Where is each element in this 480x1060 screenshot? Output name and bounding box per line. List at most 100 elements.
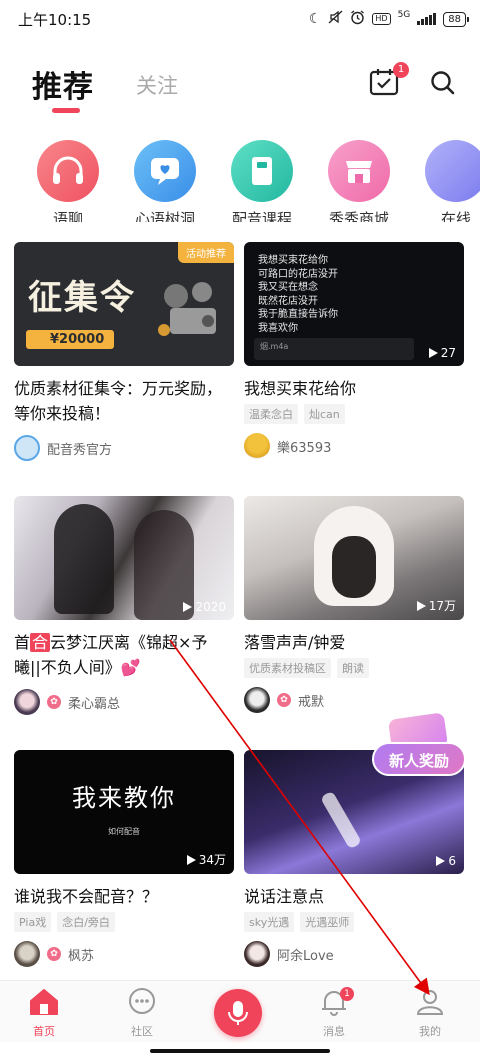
thumb-prize: ¥20000 bbox=[26, 330, 115, 349]
lyric-line: 我想买束花给你 bbox=[258, 255, 328, 266]
card-thumbnail: 活动推荐 征集令 ¥20000 bbox=[14, 242, 234, 366]
card-thumbnail: 2020 bbox=[14, 496, 234, 620]
profile-icon bbox=[416, 990, 444, 1015]
nav-profile[interactable]: 我的 bbox=[400, 987, 460, 1039]
card-author[interactable]: ✿ 戒默 bbox=[244, 687, 464, 713]
category-label: 心语树洞 bbox=[134, 210, 195, 222]
bottom-nav: 首页 社区 1 消息 我的 bbox=[0, 980, 480, 1042]
play-count: 27 bbox=[428, 346, 456, 360]
thumb-lyrics: 我想买束花给你 可路口的花店没开 我又买在想念 既然花店没开 我于脆直接告诉你 … bbox=[258, 254, 338, 335]
play-count-value: 2020 bbox=[195, 600, 226, 614]
alarm-icon bbox=[350, 9, 365, 29]
tag[interactable]: Pia戏 bbox=[14, 912, 52, 932]
category-label: 配音课程 bbox=[231, 210, 292, 222]
category-label: 语聊 bbox=[52, 210, 83, 222]
card-title: 首合云梦江厌离《锦超×予曦||不负人间》💕 bbox=[14, 630, 234, 680]
content-card[interactable]: 活动推荐 征集令 ¥20000 优质素材征集令：万元奖励，等你来投稿！ 配音秀官… bbox=[14, 242, 234, 461]
avatar bbox=[244, 687, 270, 713]
play-count: 6 bbox=[436, 854, 456, 868]
play-count-value: 34万 bbox=[198, 853, 226, 867]
play-icon bbox=[436, 856, 446, 866]
online-icon bbox=[425, 140, 480, 202]
content-card[interactable]: 2020 首合云梦江厌离《锦超×予曦||不负人间》💕 ✿ 柔心霸总 bbox=[14, 496, 234, 715]
category-tree-hole[interactable]: 心语树洞 bbox=[125, 140, 205, 222]
category-dubbing-course[interactable]: 配音课程 bbox=[222, 140, 302, 222]
tag[interactable]: 灿can bbox=[304, 404, 345, 424]
card-thumbnail: 我来教你 如何配音 34万 bbox=[14, 750, 234, 874]
nav-home[interactable]: 首页 bbox=[14, 987, 74, 1039]
play-count-value: 17万 bbox=[428, 599, 456, 613]
status-bar: 上午10:15 ☾ HD 5G 88 bbox=[0, 0, 480, 38]
home-indicator bbox=[150, 1049, 330, 1053]
tag[interactable]: 朗读 bbox=[337, 658, 369, 678]
lyric-line: 我又买在想念 bbox=[258, 282, 318, 293]
content-card[interactable]: 我想买束花给你 可路口的花店没开 我又买在想念 既然花店没开 我于脆直接告诉你 … bbox=[244, 242, 464, 459]
community-chat-icon bbox=[129, 988, 155, 1014]
tag[interactable]: 优质素材投稿区 bbox=[244, 658, 331, 678]
shop-icon bbox=[328, 140, 390, 202]
thumb-light-beam bbox=[319, 790, 363, 850]
nav-label: 我的 bbox=[419, 1025, 441, 1038]
card-author[interactable]: 樂63593 bbox=[244, 433, 464, 459]
play-count: 2020 bbox=[183, 600, 226, 614]
record-mic-button[interactable] bbox=[214, 989, 262, 1037]
content-card[interactable]: 17万 落雪声声/钟爱 优质素材投稿区 朗读 ✿ 戒默 bbox=[244, 496, 464, 713]
checkin-badge: 1 bbox=[393, 62, 409, 78]
category-online[interactable]: 在线 bbox=[416, 140, 480, 222]
play-icon bbox=[416, 600, 426, 611]
play-icon bbox=[183, 602, 193, 612]
category-shop[interactable]: 秀秀商城 bbox=[319, 140, 399, 222]
card-tags: 优质素材投稿区 朗读 bbox=[244, 658, 464, 678]
lyric-line: 我喜欢你 bbox=[258, 322, 298, 334]
title-prefix: 首 bbox=[14, 633, 31, 652]
author-name: 樂63593 bbox=[277, 440, 332, 456]
card-title: 说话注意点 bbox=[244, 887, 325, 906]
activity-banner-label: 活动推荐 bbox=[178, 242, 234, 263]
audio-file-name: 烟.m4a bbox=[260, 342, 289, 351]
content-card[interactable]: 我来教你 如何配音 34万 谁说我不会配音？？ Pia戏 念白/旁白 ✿ 枫苏 bbox=[14, 750, 234, 967]
card-author[interactable]: ✿ 柔心霸总 bbox=[14, 689, 234, 715]
author-name: 戒默 bbox=[298, 694, 325, 710]
status-time: 上午10:15 bbox=[18, 10, 92, 29]
avatar bbox=[244, 433, 270, 459]
author-name: 柔心霸总 bbox=[68, 696, 121, 712]
nav-messages[interactable]: 1 消息 bbox=[304, 987, 364, 1039]
play-icon bbox=[428, 348, 438, 358]
card-author[interactable]: 配音秀官方 bbox=[14, 435, 234, 461]
new-user-reward-badge[interactable]: 新人奖励 bbox=[368, 712, 468, 788]
author-name: 配音秀官方 bbox=[47, 442, 113, 458]
headphones-icon bbox=[37, 140, 99, 202]
tag[interactable]: 光遇巫师 bbox=[300, 912, 355, 932]
course-book-icon bbox=[231, 140, 293, 202]
verified-badge-icon: ✿ bbox=[47, 947, 61, 961]
tag[interactable]: 念白/旁白 bbox=[57, 912, 115, 932]
audio-file-bar: 烟.m4a bbox=[254, 338, 414, 360]
category-label: 在线 bbox=[440, 210, 471, 222]
avatar bbox=[14, 435, 40, 461]
tag[interactable]: 温柔念白 bbox=[244, 404, 298, 424]
tab-following[interactable]: 关注 bbox=[136, 70, 178, 100]
battery-icon: 88 bbox=[443, 11, 469, 27]
verified-badge-icon: ✿ bbox=[277, 693, 291, 707]
play-count: 34万 bbox=[186, 851, 226, 868]
tab-recommend[interactable]: 推荐 bbox=[32, 62, 94, 106]
avatar bbox=[14, 941, 40, 967]
home-icon bbox=[30, 989, 58, 1015]
verified-badge-icon: ✿ bbox=[47, 695, 61, 709]
card-thumbnail: 我想买束花给你 可路口的花店没开 我又买在想念 既然花店没开 我于脆直接告诉你 … bbox=[244, 242, 464, 366]
tag[interactable]: sky光遇 bbox=[244, 912, 295, 932]
play-count-value: 6 bbox=[448, 854, 456, 868]
card-author[interactable]: 阿余Love bbox=[244, 941, 464, 967]
nav-label: 首页 bbox=[33, 1025, 55, 1038]
microphone-icon bbox=[228, 1001, 248, 1025]
search-icon[interactable] bbox=[430, 70, 456, 96]
thumb-figure bbox=[54, 504, 114, 614]
lyric-line: 可路口的花店没开 bbox=[258, 268, 338, 280]
film-projector-icon bbox=[156, 280, 228, 344]
category-voice-chat[interactable]: 语聊 bbox=[28, 140, 108, 222]
card-tags: sky光遇 光遇巫师 bbox=[244, 912, 464, 932]
nav-community[interactable]: 社区 bbox=[112, 987, 172, 1039]
lyric-line: 既然花店没开 bbox=[258, 295, 318, 307]
card-author[interactable]: ✿ 枫苏 bbox=[14, 941, 234, 967]
thumb-subtitle: 如何配音 bbox=[108, 827, 140, 836]
